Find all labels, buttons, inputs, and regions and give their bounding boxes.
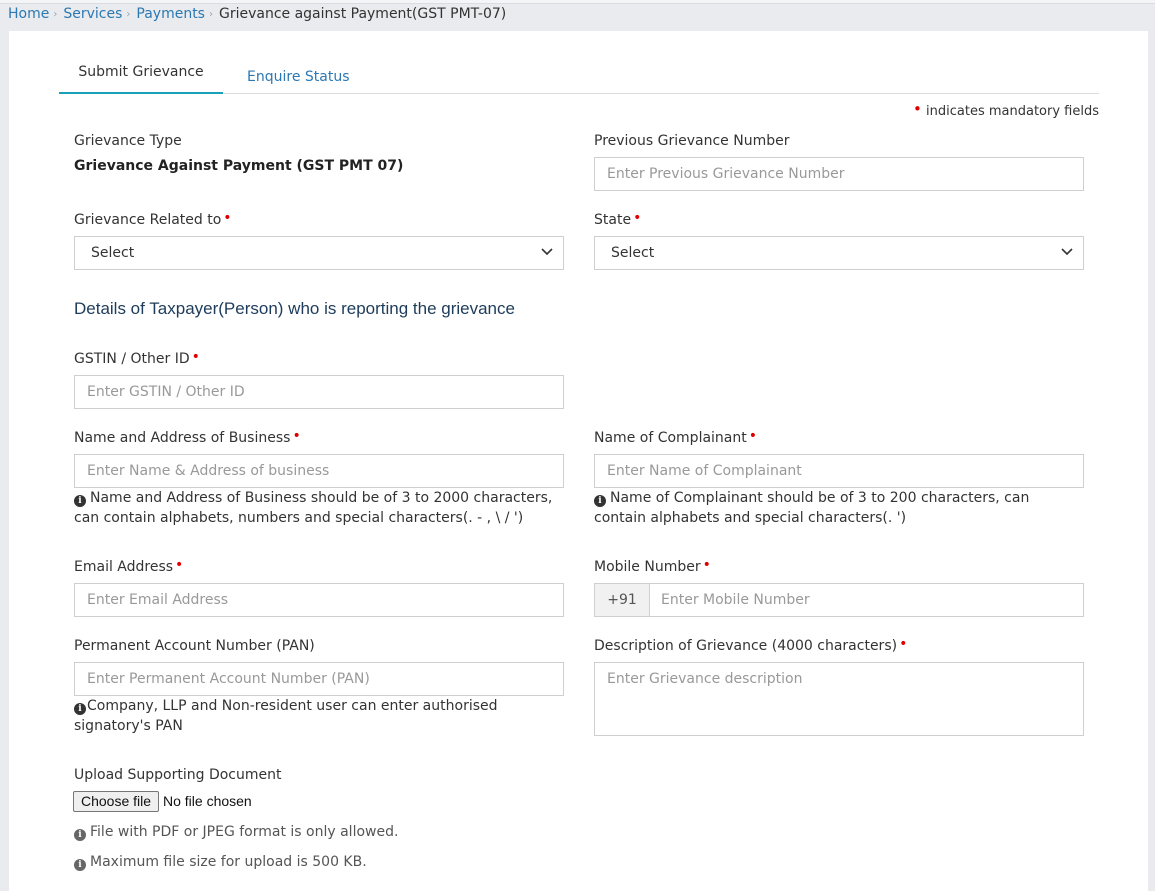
business-label-text: Name and Address of Business [74, 430, 291, 446]
mandatory-note-text: indicates mandatory fields [926, 104, 1099, 119]
grievance-related-label: Grievance Related to • [74, 210, 232, 228]
tab-bar: Submit Grievance Enquire Status [59, 59, 1099, 94]
state-selected: Select [611, 245, 655, 261]
pan-help-line1: Company, LLP and Non-resident user can e… [87, 698, 498, 714]
info-icon: i [74, 859, 86, 871]
gstin-label: GSTIN / Other ID • [74, 349, 200, 367]
business-help-line2: can contain alphabets, numbers and speci… [74, 510, 524, 526]
previous-grievance-label: Previous Grievance Number [594, 133, 790, 149]
grievance-related-label-text: Grievance Related to [74, 212, 222, 228]
required-dot-icon: • [899, 636, 908, 652]
business-label: Name and Address of Business • [74, 428, 301, 446]
description-label: Description of Grievance (4000 character… [594, 636, 908, 654]
upload-label: Upload Supporting Document [74, 767, 282, 783]
mobile-label: Mobile Number • [594, 557, 711, 575]
state-select[interactable]: Select [594, 236, 1084, 270]
description-textarea[interactable]: Enter Grievance description [594, 662, 1084, 736]
mobile-input[interactable]: +91 Enter Mobile Number [594, 583, 1084, 617]
required-dot-icon: • [175, 557, 184, 573]
breadcrumb-separator-icon: › [208, 8, 213, 20]
upload-format-help: i File with PDF or JPEG format is only al… [74, 822, 398, 842]
business-help: i Name and Address of Business should be … [74, 488, 552, 528]
complainant-help-line1: Name of Complainant should be of 3 to 20… [610, 490, 1030, 506]
breadcrumb-services-link[interactable]: Services [63, 6, 122, 22]
complainant-label: Name of Complainant • [594, 428, 758, 446]
grievance-related-selected: Select [91, 245, 135, 261]
state-label: State • [594, 210, 642, 228]
info-icon: i [74, 495, 86, 507]
pan-label: Permanent Account Number (PAN) [74, 638, 315, 654]
pan-help: i Company, LLP and Non-resident user can … [74, 696, 498, 736]
breadcrumb-home-link[interactable]: Home [8, 6, 49, 22]
required-dot-icon: • [223, 210, 232, 226]
info-icon: i [74, 829, 86, 841]
email-label: Email Address • [74, 557, 184, 575]
chevron-down-icon [541, 248, 553, 256]
business-help-line1: Name and Address of Business should be o… [90, 490, 553, 506]
taxpayer-section-title: Details of Taxpayer(Person) who is repor… [74, 299, 515, 318]
previous-grievance-input[interactable]: Enter Previous Grievance Number [594, 157, 1084, 191]
breadcrumb-separator-icon: › [126, 8, 131, 20]
pan-help-line2: signatory's PAN [74, 718, 183, 734]
breadcrumb-separator-icon: › [53, 8, 58, 20]
required-dot-icon: • [702, 557, 711, 573]
breadcrumb: Home › Services › Payments › Grievance a… [8, 4, 506, 24]
email-input[interactable]: Enter Email Address [74, 583, 564, 617]
email-label-text: Email Address [74, 559, 174, 575]
form-panel: Submit Grievance Enquire Status • indica… [9, 31, 1148, 891]
complainant-help-line2: contain alphabets and special characters… [594, 510, 907, 526]
gstin-label-text: GSTIN / Other ID [74, 351, 190, 367]
mobile-label-text: Mobile Number [594, 559, 701, 575]
grievance-type-value: Grievance Against Payment (GST PMT 07) [74, 158, 404, 174]
mobile-placeholder: Enter Mobile Number [661, 592, 810, 608]
info-icon: i [74, 703, 86, 715]
file-status: No file chosen [163, 793, 252, 809]
business-input[interactable]: Enter Name & Address of business [74, 454, 564, 488]
tab-enquire-status[interactable]: Enquire Status [247, 64, 350, 98]
upload-size-text: Maximum file size for upload is 500 KB. [90, 854, 367, 870]
mobile-country-code: +91 [595, 584, 650, 616]
tab-submit-grievance[interactable]: Submit Grievance [59, 59, 223, 94]
choose-file-button[interactable]: Choose file [73, 791, 160, 812]
gstin-input[interactable]: Enter GSTIN / Other ID [74, 375, 564, 409]
required-dot-icon: • [633, 210, 642, 226]
description-label-text: Description of Grievance (4000 character… [594, 638, 898, 654]
state-label-text: State [594, 212, 632, 228]
required-dot-icon: • [913, 100, 922, 118]
required-dot-icon: • [191, 349, 200, 365]
complainant-input[interactable]: Enter Name of Complainant [594, 454, 1084, 488]
info-icon: i [594, 495, 606, 507]
complainant-help: i Name of Complainant should be of 3 to 2… [594, 488, 1029, 528]
grievance-related-select[interactable]: Select [74, 236, 564, 270]
breadcrumb-payments-link[interactable]: Payments [136, 6, 205, 22]
required-dot-icon: • [748, 428, 758, 444]
required-dot-icon: • [292, 428, 301, 444]
upload-size-help: i Maximum file size for upload is 500 KB. [74, 852, 367, 872]
grievance-type-label: Grievance Type [74, 133, 182, 149]
complainant-label-text: Name of Complainant [594, 430, 747, 446]
pan-input[interactable]: Enter Permanent Account Number (PAN) [74, 662, 564, 696]
upload-format-text: File with PDF or JPEG format is only all… [90, 824, 399, 840]
chevron-down-icon [1061, 248, 1073, 256]
mandatory-note: • indicates mandatory fields [913, 100, 1099, 119]
breadcrumb-current: Grievance against Payment(GST PMT-07) [218, 6, 507, 22]
